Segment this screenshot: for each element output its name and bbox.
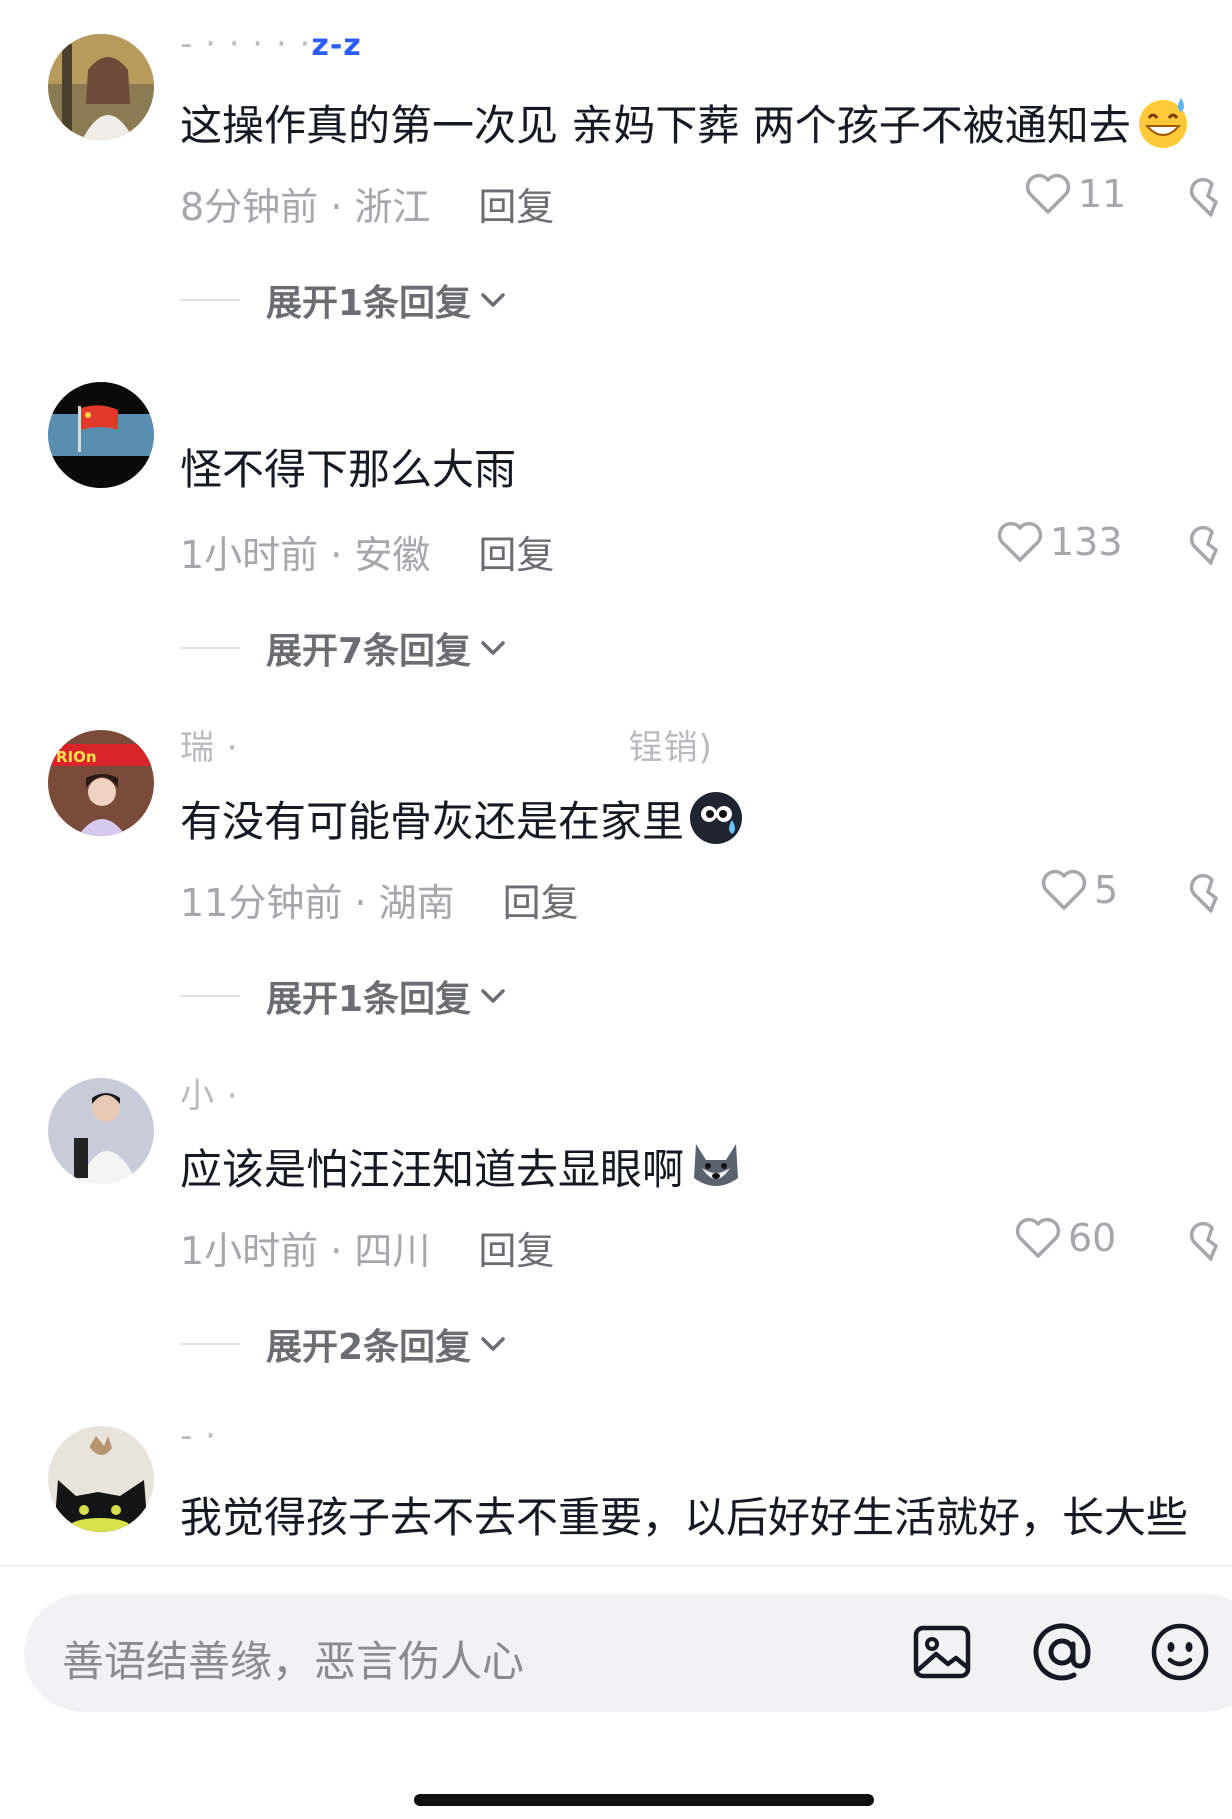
avatar[interactable] xyxy=(48,382,154,488)
heart-icon xyxy=(1041,869,1087,910)
divider-line xyxy=(180,995,240,997)
divider-line xyxy=(180,1343,240,1345)
reply-button[interactable]: 回复 xyxy=(478,533,554,577)
comment-meta: 8分钟前 · 浙江 回复 xyxy=(180,176,554,231)
heart-icon xyxy=(1015,1217,1061,1258)
svg-text:RIOn: RIOn xyxy=(56,748,97,766)
time-location: 1小时前 · 安徽 xyxy=(180,533,431,577)
comment-text: 这操作真的第一次见 亲妈下葬 两个孩子不被通知去 xyxy=(180,94,1191,154)
comment-text: 怪不得下那么大雨 xyxy=(180,445,517,494)
expand-replies-button[interactable]: 展开7条回复 xyxy=(180,622,509,674)
comment-item: 小 · 应该是怕汪汪知道去显眼啊 1小时前 · 四川 回复 60 展开2条回复 xyxy=(0,1076,1232,1418)
heart-icon xyxy=(1025,173,1071,214)
comment-username[interactable]: - · xyxy=(180,1426,217,1456)
expand-replies-label: 展开7条回复 xyxy=(266,631,472,672)
at-icon[interactable] xyxy=(1030,1620,1094,1684)
comment-username[interactable]: 瑞 · 锃销) xyxy=(180,720,713,769)
like-button[interactable]: 5 xyxy=(1040,868,1118,912)
divider-line xyxy=(180,299,240,301)
expand-replies-button[interactable]: 展开1条回复 xyxy=(180,274,509,326)
time-location: 8分钟前 · 浙江 xyxy=(180,185,431,229)
time-location: 11分钟前 · 湖南 xyxy=(180,881,455,925)
expand-replies-label: 展开1条回复 xyxy=(266,283,472,324)
comment-meta: 1小时前 · 四川 回复 xyxy=(180,1220,554,1275)
like-count: 11 xyxy=(1078,172,1127,216)
home-indicator[interactable] xyxy=(414,1794,874,1806)
broken-heart-icon[interactable] xyxy=(1188,176,1232,220)
broken-heart-icon[interactable] xyxy=(1188,1220,1232,1264)
broken-heart-icon[interactable] xyxy=(1188,524,1232,568)
like-button[interactable]: 60 xyxy=(1014,1216,1116,1260)
comment-username[interactable]: 小 · xyxy=(180,1068,239,1117)
chevron-down-icon xyxy=(481,293,505,307)
emoji-icon[interactable] xyxy=(1148,1620,1212,1684)
divider-line xyxy=(180,647,240,649)
chevron-down-icon xyxy=(481,1337,505,1351)
reply-button[interactable]: 回复 xyxy=(478,1229,554,1273)
image-icon[interactable] xyxy=(910,1620,974,1684)
avatar[interactable]: RIOn xyxy=(48,730,154,836)
sweat-face-emoji-icon xyxy=(690,792,743,844)
chevron-down-icon xyxy=(481,989,505,1003)
composer-divider xyxy=(0,1565,1232,1567)
like-count: 133 xyxy=(1050,520,1123,564)
like-button[interactable]: 11 xyxy=(1024,172,1126,216)
comment-meta: 1小时前 · 安徽 回复 xyxy=(180,524,554,579)
avatar[interactable] xyxy=(48,1426,154,1532)
husky-dog-emoji-icon xyxy=(694,1144,739,1186)
heart-icon xyxy=(997,521,1043,562)
comment-item: RIOn 瑞 · 锃销) 有没有可能骨灰还是在家里 11分钟前 · 湖南 回复 5 … xyxy=(0,728,1232,1070)
comment-input[interactable]: 善语结善缘，恶言伤人心 xyxy=(24,1594,1232,1712)
chevron-down-icon xyxy=(481,641,505,655)
comment-text: 有没有可能骨灰还是在家里 xyxy=(180,790,744,850)
expand-replies-button[interactable]: 展开1条回复 xyxy=(180,970,509,1022)
comment-item: - · 我觉得孩子去不去不重要，以后好好生活就好，长大些 xyxy=(0,1426,1232,1562)
comment-item: 怪不得下那么大雨 1小时前 · 安徽 回复 133 展开7条回复 xyxy=(0,382,1232,722)
broken-heart-icon[interactable] xyxy=(1188,872,1232,916)
like-count: 5 xyxy=(1094,868,1119,912)
like-count: 60 xyxy=(1068,1216,1117,1260)
expand-replies-label: 展开1条回复 xyxy=(266,979,472,1020)
expand-replies-button[interactable]: 展开2条回复 xyxy=(180,1318,509,1370)
time-location: 1小时前 · 四川 xyxy=(180,1229,431,1273)
avatar[interactable] xyxy=(48,1078,154,1184)
avatar[interactable] xyxy=(48,34,154,140)
comment-username[interactable]: - · · · · ·z-z xyxy=(180,24,362,64)
reply-button[interactable]: 回复 xyxy=(478,185,554,229)
expand-replies-label: 展开2条回复 xyxy=(266,1327,472,1368)
grinning-sweat-emoji-icon xyxy=(1138,98,1187,148)
reply-button[interactable]: 回复 xyxy=(503,881,579,925)
comment-item: - · · · · ·z-z 这操作真的第一次见 亲妈下葬 两个孩子不被通知去 … xyxy=(0,24,1232,374)
comment-input-placeholder: 善语结善缘，恶言伤人心 xyxy=(62,1637,525,1686)
comment-text: 我觉得孩子去不去不重要，以后好好生活就好，长大些 xyxy=(180,1493,1189,1542)
comment-meta: 11分钟前 · 湖南 回复 xyxy=(180,872,579,927)
comment-text: 应该是怕汪汪知道去显眼啊 xyxy=(180,1138,744,1198)
like-button[interactable]: 133 xyxy=(996,520,1123,564)
